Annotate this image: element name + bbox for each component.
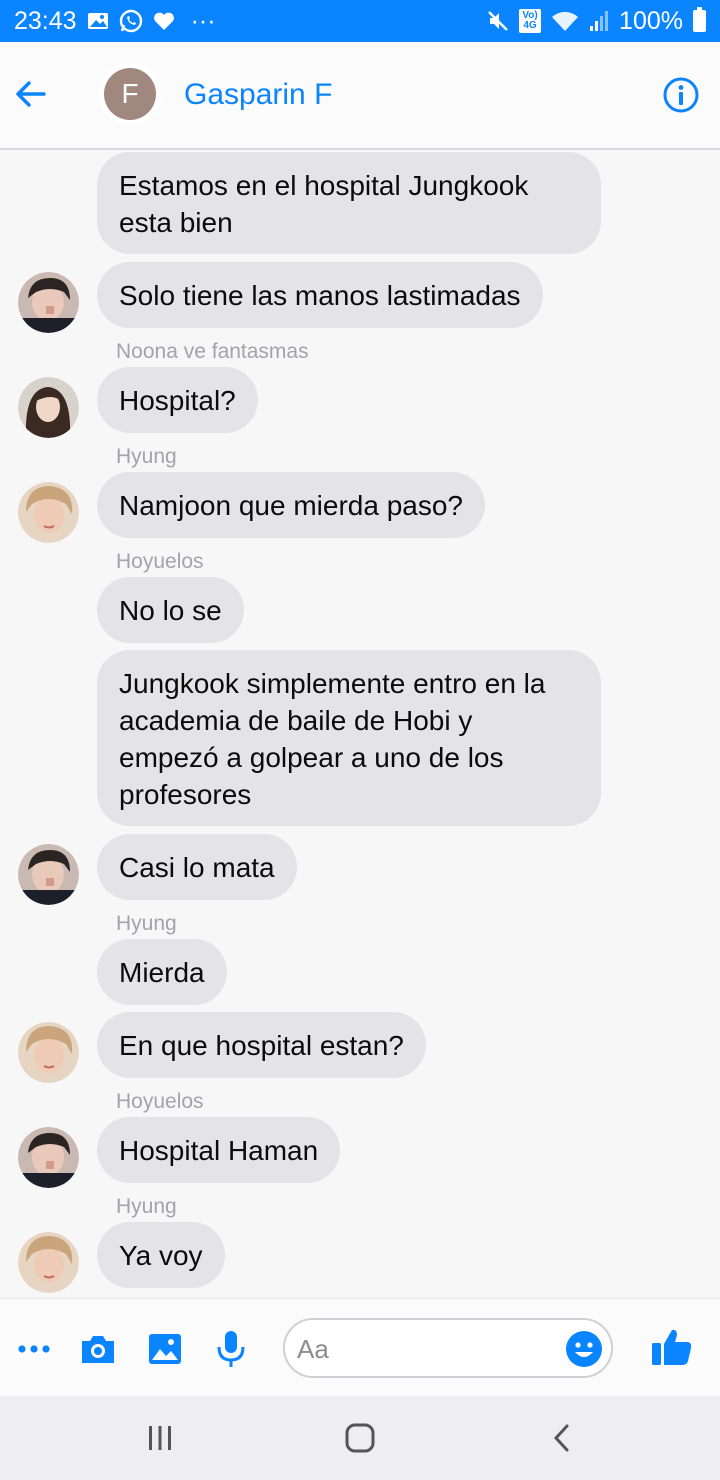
contact-avatar[interactable]: F — [104, 68, 156, 120]
composer-bar — [0, 1298, 720, 1396]
like-icon — [652, 1329, 692, 1365]
message-bubble[interactable]: Hospital Haman — [97, 1117, 341, 1183]
gallery-icon — [149, 1334, 181, 1364]
message-bubble[interactable]: Solo tiene las manos lastimadas — [97, 262, 543, 328]
conversation-header: F Gasparin F — [0, 42, 720, 150]
message-bubble[interactable]: Jungkook simplemente entro en la academi… — [97, 650, 601, 826]
avatar[interactable] — [18, 482, 79, 543]
volte-4g-icon: Vo) 4G — [519, 9, 542, 33]
message-list[interactable]: Estamos en el hospital Jungkook esta bie… — [0, 150, 720, 1298]
back-nav-button[interactable] — [542, 1418, 582, 1458]
like-button[interactable] — [650, 1325, 694, 1369]
home-icon — [345, 1423, 375, 1453]
recent-apps-button[interactable] — [140, 1418, 180, 1458]
sender-name: Hyung — [116, 1195, 177, 1218]
message-bubble[interactable]: Estamos en el hospital Jungkook esta bie… — [97, 152, 601, 254]
status-bar: 23:43 ··· Vo) 4G 100% — [0, 0, 720, 42]
sender-name: Noona ve fantasmas — [116, 340, 309, 363]
avatar[interactable] — [18, 1127, 79, 1188]
back-button[interactable] — [12, 76, 48, 112]
notification-overflow: ··· — [190, 6, 216, 35]
battery-icon — [693, 7, 706, 32]
clock: 23:43 — [14, 6, 77, 35]
avatar[interactable] — [18, 1232, 79, 1293]
message-bubble[interactable]: No lo se — [97, 577, 244, 643]
status-bar-left: 23:43 ··· — [14, 7, 216, 36]
more-button[interactable] — [14, 1329, 54, 1369]
sender-name: Hyung — [116, 912, 177, 935]
message-bubble[interactable]: Mierda — [97, 939, 227, 1005]
home-button[interactable] — [340, 1418, 380, 1458]
sender-name: Hoyuelos — [116, 1090, 204, 1113]
more-icon — [18, 1345, 50, 1353]
message-bubble[interactable]: En que hospital estan? — [97, 1012, 426, 1078]
wifi-icon — [551, 10, 579, 32]
gallery-button[interactable] — [145, 1329, 185, 1369]
mute-icon — [487, 10, 509, 32]
gallery-icon — [87, 11, 109, 31]
heart-icon — [153, 11, 175, 31]
signal-icon — [589, 10, 609, 32]
emoji-icon — [566, 1331, 602, 1367]
avatar[interactable] — [18, 272, 79, 333]
sender-name: Hyung — [116, 445, 177, 468]
message-bubble[interactable]: Hospital? — [97, 367, 258, 433]
back-icon — [553, 1424, 569, 1452]
emoji-button[interactable] — [565, 1330, 603, 1368]
voice-button[interactable] — [211, 1329, 251, 1369]
avatar[interactable] — [18, 844, 79, 905]
system-nav-bar — [0, 1396, 720, 1480]
recent-apps-icon — [149, 1426, 171, 1450]
battery-percent: 100% — [619, 6, 683, 35]
network-type: 4G — [523, 20, 537, 31]
contact-name[interactable]: Gasparin F — [184, 78, 332, 112]
info-icon — [663, 77, 699, 113]
camera-button[interactable] — [78, 1329, 118, 1369]
message-input-container[interactable] — [283, 1318, 613, 1378]
avatar[interactable] — [18, 377, 79, 438]
status-bar-right: Vo) 4G 100% — [487, 7, 706, 36]
microphone-icon — [217, 1331, 245, 1367]
message-bubble[interactable]: Casi lo mata — [97, 834, 297, 900]
message-bubble[interactable]: Ya voy — [97, 1222, 225, 1288]
info-button[interactable] — [662, 76, 700, 114]
camera-icon — [82, 1336, 114, 1363]
avatar-initial: F — [121, 78, 139, 109]
arrow-left-icon — [16, 81, 46, 107]
message-input[interactable] — [295, 1332, 559, 1366]
message-bubble[interactable]: Namjoon que mierda paso? — [97, 472, 485, 538]
sender-name: Hoyuelos — [116, 550, 204, 573]
whatsapp-icon — [119, 9, 143, 33]
avatar[interactable] — [18, 1022, 79, 1083]
